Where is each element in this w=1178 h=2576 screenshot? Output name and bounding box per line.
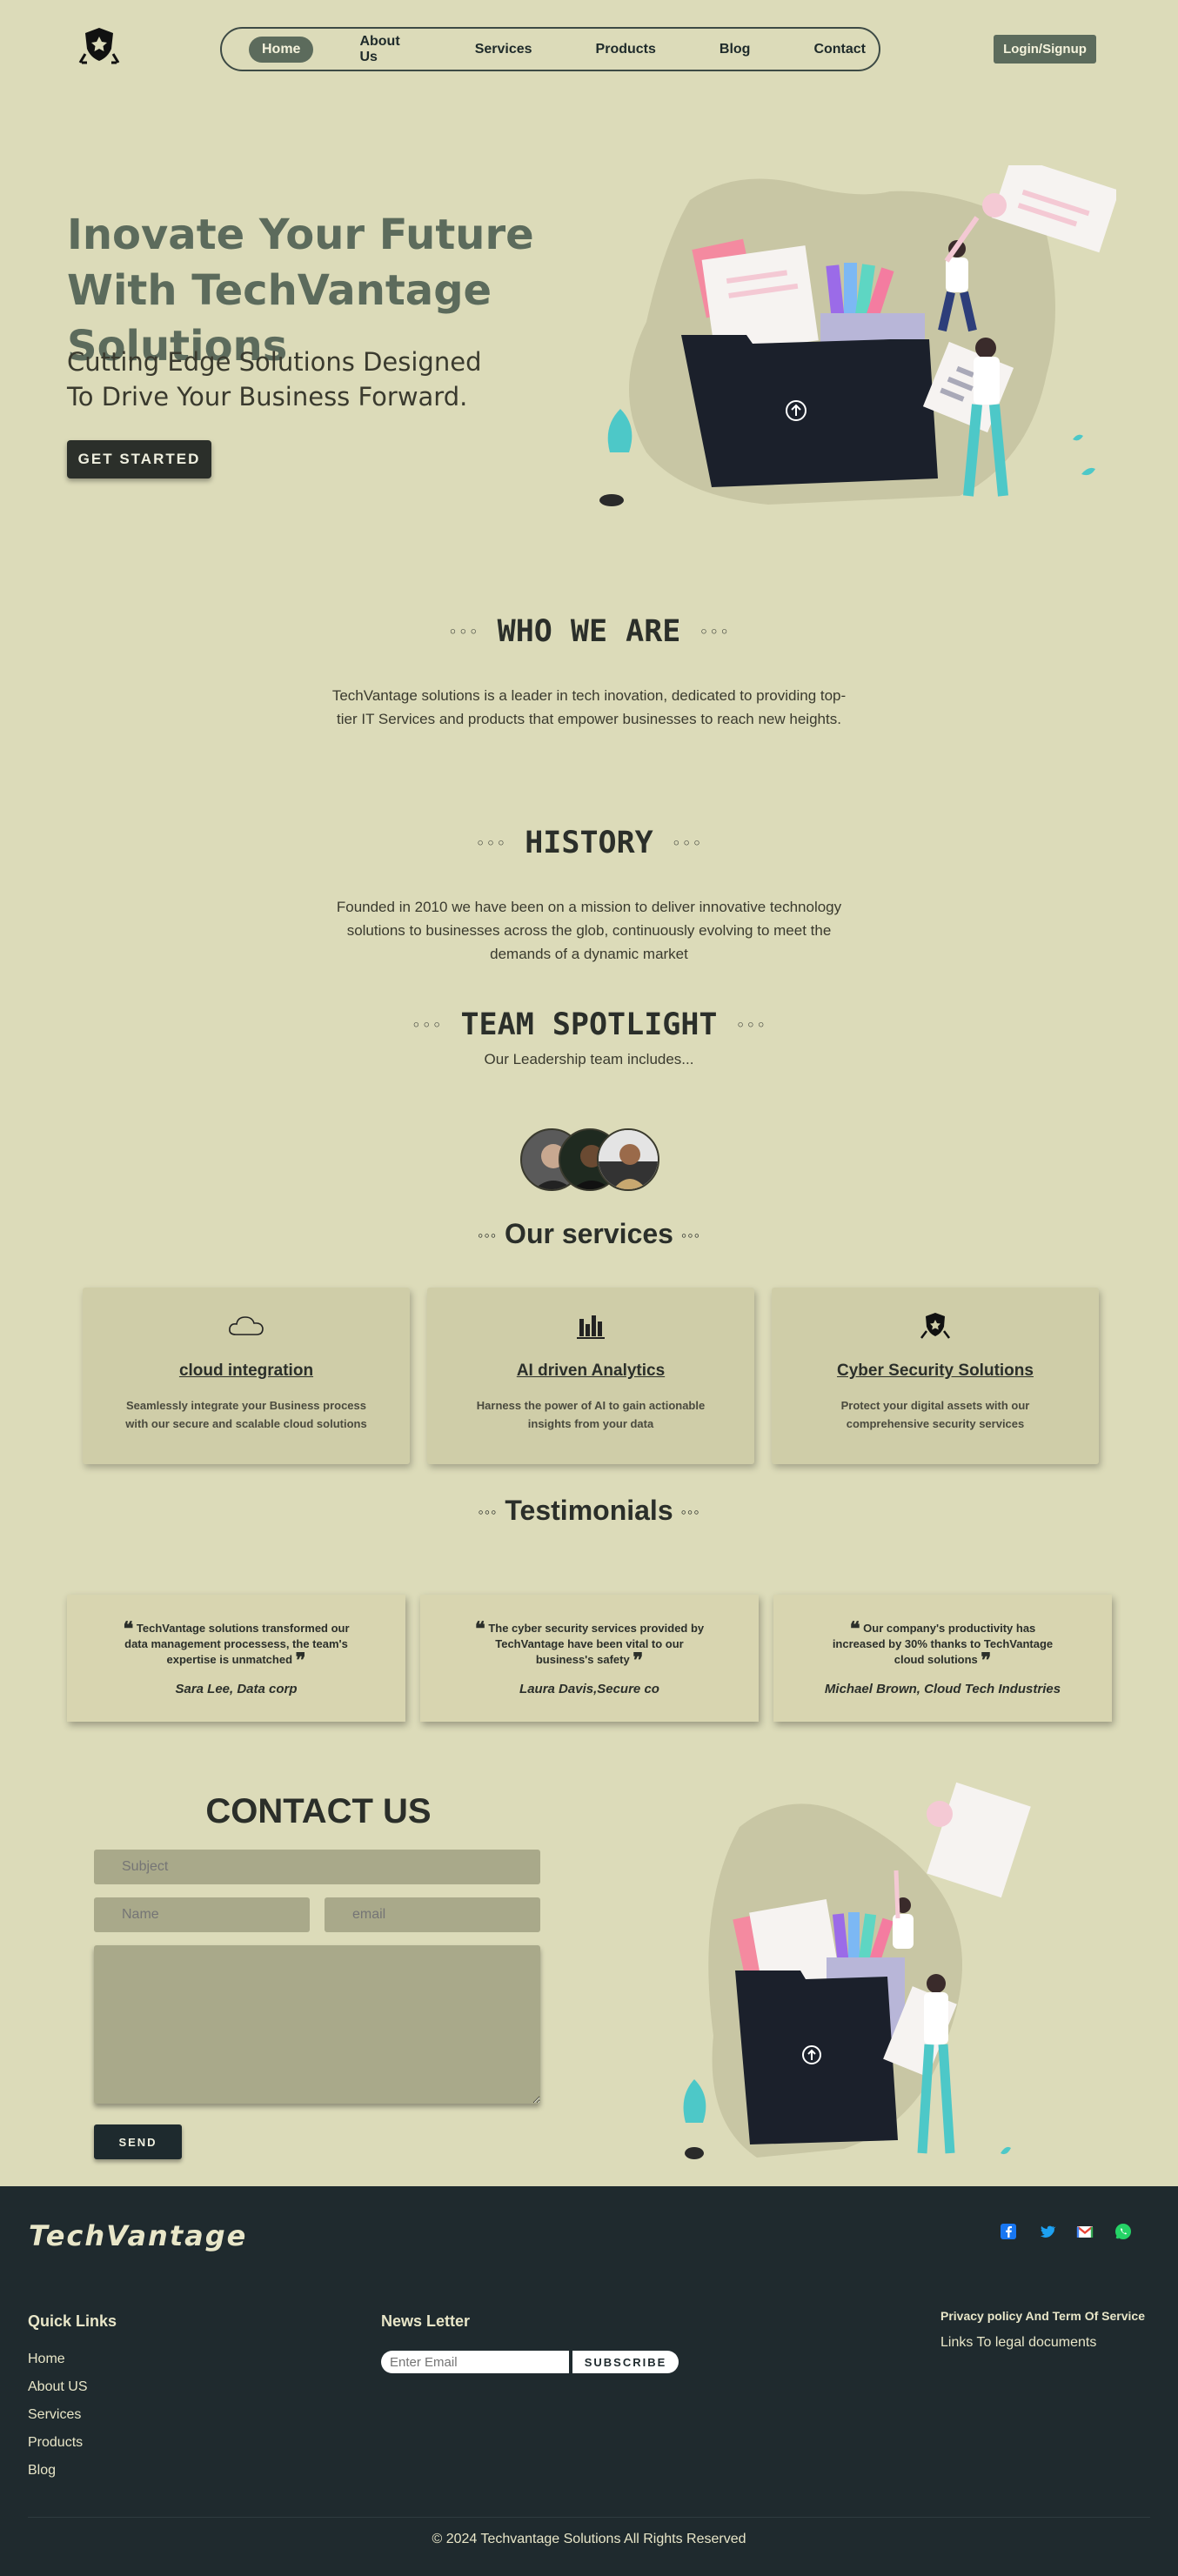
footer-brand[interactable]: TechVantage <box>29 2219 247 2252</box>
testimonials-heading: ◦◦◦ Testimonials ◦◦◦ <box>0 1495 1178 1527</box>
our-services-heading: ◦◦◦ Our services ◦◦◦ <box>0 1218 1178 1250</box>
who-we-are-heading: ◦◦◦ WHO WE ARE ◦◦◦ <box>0 614 1178 649</box>
testimonial-card: ❝ TechVantage solutions transformed our … <box>67 1595 405 1722</box>
testimonial-card: ❝ The cyber security services provided b… <box>420 1595 759 1722</box>
service-card-security[interactable]: Cyber Security Solutions Protect your di… <box>772 1288 1099 1464</box>
testimonial-author: Sara Lee, Data corp <box>175 1682 298 1696</box>
facebook-icon[interactable] <box>999 2222 1018 2241</box>
footer: TechVantage Quick Links Home About US Se… <box>0 2186 1178 2576</box>
service-title[interactable]: cloud integration <box>83 1362 410 1381</box>
heading-dots-right: ◦◦◦ <box>680 1503 700 1522</box>
hero-illustration <box>599 165 1116 506</box>
team-spotlight-heading: ◦◦◦ TEAM SPOTLIGHT ◦◦◦ <box>0 1007 1178 1042</box>
subscribe-button[interactable]: SUBSCRIBE <box>572 2351 679 2373</box>
quick-link-blog[interactable]: Blog <box>28 2463 87 2491</box>
nav-about-us[interactable]: About Us <box>346 29 424 70</box>
name-input[interactable] <box>94 1897 310 1932</box>
quick-link-services[interactable]: Services <box>28 2407 87 2435</box>
footer-divider <box>28 2517 1150 2518</box>
quick-link-products[interactable]: Products <box>28 2435 87 2463</box>
testimonial-author: Michael Brown, Cloud Tech Industries <box>824 1682 1061 1696</box>
hero-subtitle: Cutting Edge Solutions Designed To Drive… <box>67 345 554 414</box>
nav-services[interactable]: Services <box>462 37 545 63</box>
quick-links-list: Home About US Services Products Blog <box>28 2352 87 2491</box>
shield-icon <box>920 1313 950 1339</box>
close-quote-icon: ❞ <box>295 1649 306 1672</box>
email-input[interactable] <box>325 1897 540 1932</box>
service-description: Seamlessly integrate your Business proce… <box>125 1399 367 1430</box>
history-title: HISTORY <box>525 826 653 860</box>
newsletter-heading: News Letter <box>381 2312 471 2330</box>
chart-icon <box>577 1315 605 1339</box>
nav-blog[interactable]: Blog <box>706 37 764 63</box>
team-subtitle: Our Leadership team includes... <box>484 1051 694 1067</box>
close-quote-icon: ❞ <box>981 1649 992 1672</box>
heading-dots-right: ◦◦◦ <box>671 834 703 853</box>
subject-input[interactable] <box>94 1850 540 1884</box>
close-quote-icon: ❞ <box>633 1649 644 1672</box>
heading-dots-left: ◦◦◦ <box>478 1227 498 1245</box>
team-spotlight-title: TEAM SPOTLIGHT <box>460 1007 718 1042</box>
copyright-text: © 2024 Techvantage Solutions All Rights … <box>432 2532 746 2546</box>
testimonial-text: TechVantage solutions transformed our da… <box>124 1622 350 1666</box>
whatsapp-icon[interactable] <box>1114 2222 1133 2241</box>
who-we-are-title: WHO WE ARE <box>497 614 681 649</box>
login-signup-button[interactable]: Login/Signup <box>994 35 1096 64</box>
legal-documents-link[interactable]: Links To legal documents <box>940 2335 1096 2351</box>
shield-logo-icon[interactable] <box>78 24 120 68</box>
testimonial-quote: ❝ The cyber security services provided b… <box>472 1617 707 1670</box>
history-text: Founded in 2010 we have been on a missio… <box>336 899 842 962</box>
message-textarea[interactable] <box>94 1945 540 2104</box>
services-cards: cloud integration Seamlessly integrate y… <box>83 1288 1099 1464</box>
service-title[interactable]: AI driven Analytics <box>427 1362 754 1381</box>
service-description: Harness the power of AI to gain actionab… <box>476 1399 706 1430</box>
testimonial-author: Laura Davis,Secure co <box>519 1682 659 1696</box>
hero-subtitle-line2: To Drive Your Business Forward. <box>67 382 468 411</box>
heading-dots-left: ◦◦◦ <box>448 623 479 642</box>
testimonial-cards: ❝ TechVantage solutions transformed our … <box>67 1595 1112 1723</box>
our-services-title: Our services <box>505 1218 673 1249</box>
history-heading: ◦◦◦ HISTORY ◦◦◦ <box>0 826 1178 860</box>
heading-dots-right: ◦◦◦ <box>735 1016 767 1035</box>
cloud-icon <box>229 1316 264 1335</box>
heading-dots-right: ◦◦◦ <box>680 1227 700 1245</box>
main-nav: Home About Us Services Products Blog Con… <box>220 27 880 71</box>
quick-links-heading: Quick Links <box>28 2312 117 2330</box>
contact-title: CONTACT US <box>205 1792 432 1830</box>
team-avatars <box>520 1128 659 1191</box>
service-description: Protect your digital assets with our com… <box>840 1399 1030 1430</box>
heading-dots-left: ◦◦◦ <box>475 834 507 853</box>
nav-home[interactable]: Home <box>249 36 314 63</box>
quick-link-about-us[interactable]: About US <box>28 2379 87 2407</box>
social-links <box>999 2222 1152 2241</box>
who-we-are-text: TechVantage solutions is a leader in tec… <box>331 687 847 727</box>
testimonial-text: The cyber security services provided by … <box>488 1622 705 1666</box>
privacy-policy-heading: Privacy policy And Term Of Service <box>940 2309 1145 2323</box>
testimonial-card: ❝ Our company's productivity has increas… <box>773 1595 1112 1722</box>
heading-dots-left: ◦◦◦ <box>411 1016 443 1035</box>
nav-products[interactable]: Products <box>583 37 669 63</box>
send-button[interactable]: SEND <box>94 2124 182 2159</box>
service-card-cloud[interactable]: cloud integration Seamlessly integrate y… <box>83 1288 410 1464</box>
service-title[interactable]: Cyber Security Solutions <box>772 1362 1099 1381</box>
open-quote-icon: ❝ <box>474 1617 485 1641</box>
newsletter-email-input[interactable] <box>381 2351 569 2373</box>
testimonial-quote: ❝ Our company's productivity has increas… <box>826 1620 1061 1670</box>
testimonial-quote: ❝ TechVantage solutions transformed our … <box>119 1620 354 1670</box>
nav-contact[interactable]: Contact <box>800 37 879 63</box>
testimonials-title: Testimonials <box>505 1495 673 1526</box>
quick-link-home[interactable]: Home <box>28 2352 87 2379</box>
contact-illustration <box>683 1782 1031 2159</box>
heading-dots-left: ◦◦◦ <box>478 1503 498 1522</box>
hero-subtitle-line1: Cutting Edge Solutions Designed <box>67 347 482 377</box>
get-started-button[interactable]: GET STARTED <box>67 440 211 478</box>
testimonial-text: Our company's productivity has increased… <box>832 1622 1054 1666</box>
team-avatar[interactable] <box>597 1128 659 1191</box>
heading-dots-right: ◦◦◦ <box>699 623 730 642</box>
twitter-icon[interactable] <box>1037 2222 1056 2241</box>
service-card-analytics[interactable]: AI driven Analytics Harness the power of… <box>427 1288 754 1464</box>
gmail-icon[interactable] <box>1075 2222 1094 2241</box>
